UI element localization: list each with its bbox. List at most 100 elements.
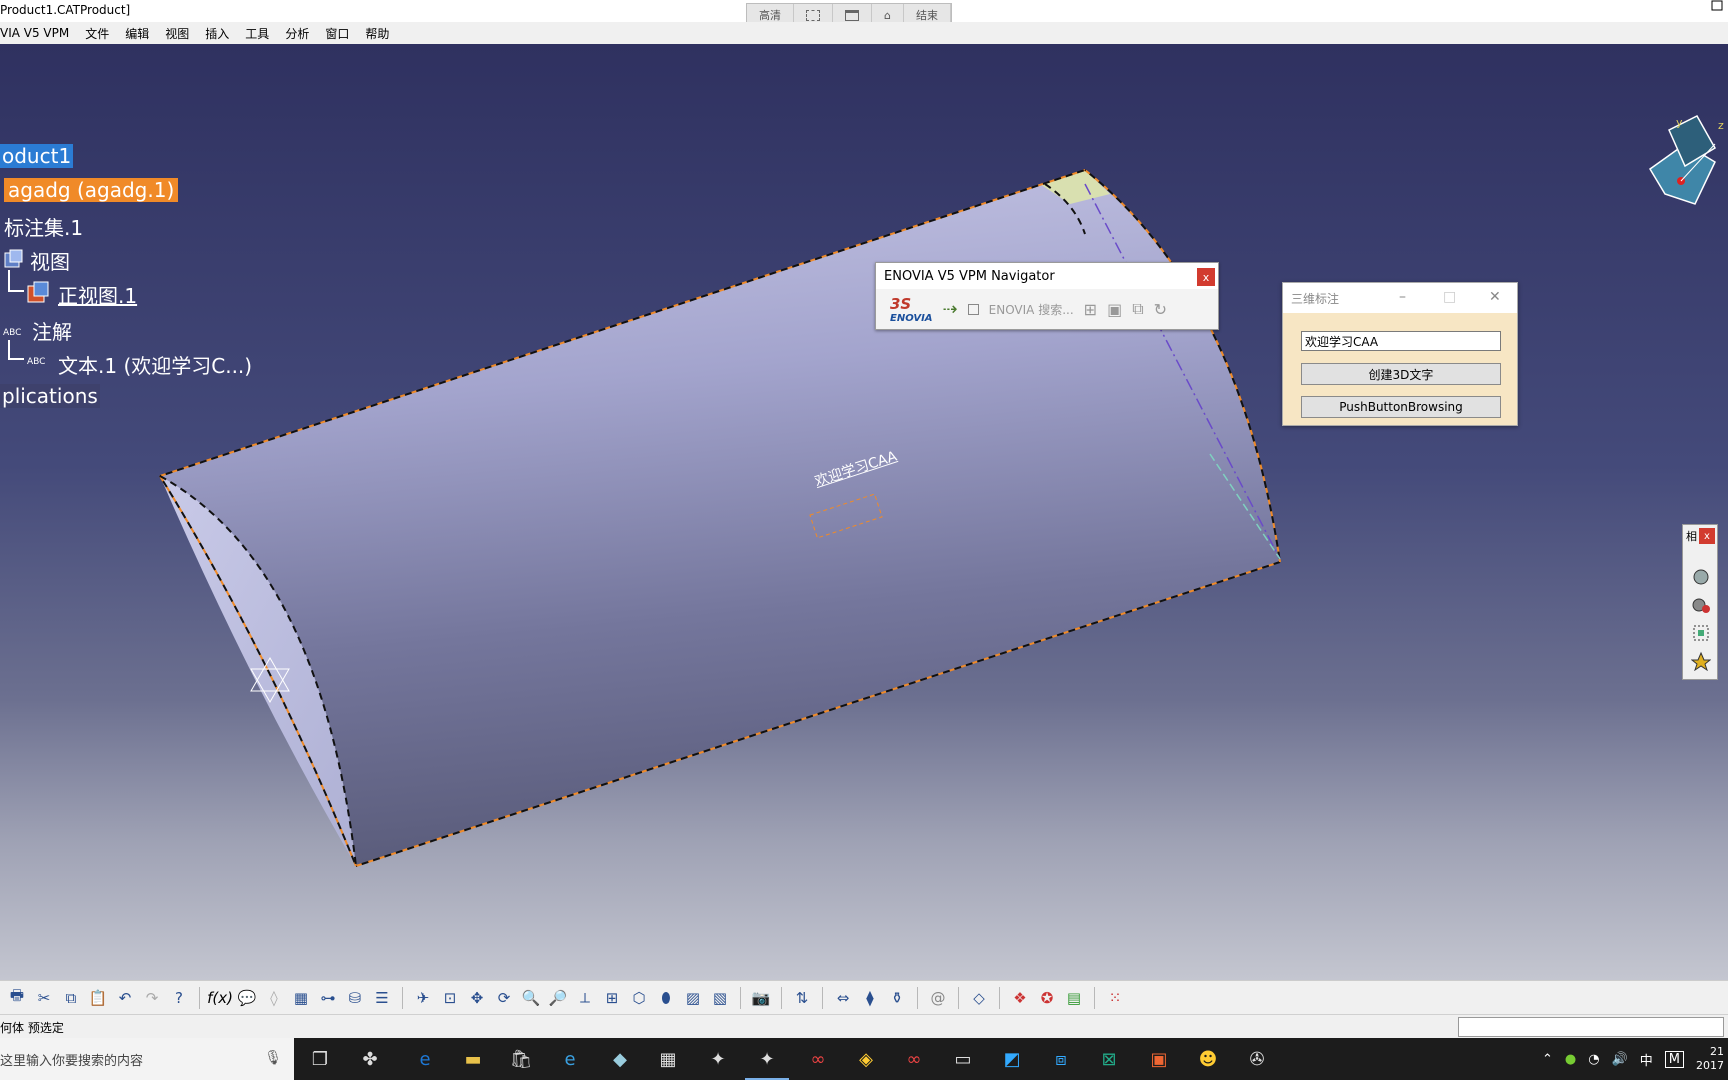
apply-material-icon[interactable]: ✪ [1036,987,1058,1009]
dialog-close-button[interactable]: ✕ [1489,289,1501,305]
app-tools-icon[interactable]: ✇ [1245,1047,1269,1071]
enovia-search-checkbox[interactable] [967,303,979,315]
input-mode-indicator[interactable]: M [1664,1050,1684,1068]
measure-item-icon[interactable]: ⧫ [859,987,881,1009]
light-icon[interactable]: ◊ [263,987,285,1009]
catalog-icon[interactable]: ⛁ [344,987,366,1009]
copy-icon[interactable]: ⧉ [60,987,82,1009]
enovia-tree-icon[interactable]: ⊞ [1084,300,1097,319]
tray-expand-icon[interactable]: ⌃ [1542,1052,1553,1067]
compass-icon[interactable]: y z [1649,115,1724,205]
clock[interactable]: 21 2017 [1696,1045,1724,1073]
highlight-icon[interactable] [1690,651,1712,672]
tree-node-notes[interactable]: 注解 [32,316,72,345]
measure-icon[interactable] [1691,567,1711,587]
menu-file[interactable]: 文件 [77,25,117,42]
tree-icon[interactable]: ⊶ [317,987,339,1009]
menu-enovia[interactable]: VIA V5 VPM [0,26,77,40]
plane-icon[interactable]: ◇ [968,987,990,1009]
tree-node-views[interactable]: 视图 [30,246,70,275]
calculator-icon[interactable]: ▦ [656,1047,680,1071]
fit-icon[interactable] [1691,623,1711,643]
tray-app-icon[interactable]: ● [1565,1052,1576,1067]
app-fan-icon[interactable]: ✤ [358,1047,382,1071]
task-view-icon[interactable]: ❐ [308,1047,332,1071]
push-button-browsing[interactable]: PushButtonBrowsing [1301,396,1501,418]
redo-icon[interactable]: ↷ [141,987,163,1009]
microphone-icon[interactable]: 🎙 [264,1050,282,1066]
menu-help[interactable]: 帮助 [357,25,397,42]
iso-view-icon[interactable]: ⬡ [628,987,650,1009]
table-icon[interactable]: ▦ [290,987,312,1009]
app-red-icon[interactable]: ∞ [806,1047,830,1071]
app-owl-icon[interactable]: ☻ [1196,1047,1220,1071]
tree-node-applications[interactable]: plications [0,384,100,408]
tree-node-annotation-set[interactable]: 标注集.1 [4,212,83,241]
fly-icon[interactable]: ✈ [412,987,434,1009]
store-icon[interactable]: 🛍 [509,1047,533,1071]
menu-window[interactable]: 窗口 [317,25,357,42]
menu-view[interactable]: 视图 [157,25,197,42]
edge-icon[interactable]: e [413,1047,437,1071]
enovia-refresh-icon[interactable]: ↻ [1154,300,1167,319]
catia-icon[interactable]: ✦ [706,1047,730,1071]
tree-node-part[interactable]: agadg (agadg.1) [4,178,179,202]
app-orange-icon[interactable]: ▣ [1147,1047,1171,1071]
measure-inertia-icon[interactable]: ⚱ [886,987,908,1009]
knowledge-icon[interactable]: 💬 [236,987,258,1009]
wifi-icon[interactable]: ◔ [1588,1052,1599,1067]
hide-show-icon[interactable]: ▨ [682,987,704,1009]
model-geometry[interactable]: y z [0,44,1728,980]
tree-node-product[interactable]: oduct1 [0,144,74,168]
filter-icon[interactable] [1691,595,1711,615]
enovia-save-icon[interactable]: ▣ [1107,300,1122,319]
file-explorer-icon[interactable]: ▬ [461,1047,485,1071]
app-blue-icon[interactable]: ◩ [1000,1047,1024,1071]
menu-insert[interactable]: 插入 [197,25,237,42]
catia-active-icon[interactable]: ✦ [745,1047,789,1080]
maximize-icon[interactable] [1700,0,1728,12]
enovia-connect-icon[interactable]: ⇢ [943,299,958,320]
menu-analysis[interactable]: 分析 [277,25,317,42]
ie-icon[interactable]: e [558,1047,582,1071]
pan-icon[interactable]: ✥ [466,987,488,1009]
undo-icon[interactable]: ↶ [114,987,136,1009]
app-infinity-icon[interactable]: ∞ [902,1047,926,1071]
excel-icon[interactable]: ⊠ [1097,1047,1121,1071]
menu-edit[interactable]: 编辑 [117,25,157,42]
grid-icon[interactable]: ⁙ [1104,987,1126,1009]
print-icon[interactable]: 🖶 [6,986,28,1009]
maximize-button[interactable]: □ [1443,289,1456,305]
capture-icon[interactable]: 📷 [750,987,772,1009]
paste-icon[interactable]: 📋 [87,987,109,1009]
render-style-icon[interactable]: ⬮ [655,987,677,1009]
ime-indicator[interactable]: 中 [1640,1050,1653,1069]
multi-view-icon[interactable]: ⊞ [601,987,623,1009]
create-3d-text-button[interactable]: 创建3D文字 [1301,363,1501,385]
swap-space-icon[interactable]: ▧ [709,987,731,1009]
formula-icon[interactable]: f(x) [207,987,233,1009]
menu-tools[interactable]: 工具 [237,25,277,42]
normal-view-icon[interactable]: ⟂ [574,987,596,1009]
right-toolbar-close-button[interactable]: x [1699,528,1715,544]
zoom-in-icon[interactable]: 🔍 [520,987,542,1009]
spiral-icon[interactable]: @ [927,987,949,1009]
command-input[interactable] [1458,1017,1724,1037]
material-icon[interactable]: ❖ [1009,987,1031,1009]
cut-icon[interactable]: ✂ [33,987,55,1009]
tree-node-front-view[interactable]: 正视图.1 [58,280,137,309]
taskbar-search[interactable]: 这里输入你要搜索的内容 🎙 [0,1038,294,1080]
enovia-compare-icon[interactable]: ⧉ [1132,299,1143,319]
zoom-out-icon[interactable]: 🔎 [547,987,569,1009]
rotate-icon[interactable]: ⟳ [493,987,515,1009]
update-icon[interactable]: ⇅ [791,987,813,1009]
measure-between-icon[interactable]: ⇔ [832,987,854,1009]
annotation-text-input[interactable] [1301,331,1501,351]
app-yellow-icon[interactable]: ◈ [854,1047,878,1071]
whats-this-icon[interactable]: ? [168,987,190,1009]
volume-icon[interactable]: 🔊 [1612,1052,1628,1067]
3d-viewport[interactable]: y z 欢迎学习CAA oduct1 agadg (agadg.1) 标注集.1… [0,44,1728,980]
app-network-icon[interactable]: ⧈ [1049,1047,1073,1071]
minimize-button[interactable]: – [1399,289,1406,305]
enovia-close-button[interactable]: x [1197,268,1215,286]
